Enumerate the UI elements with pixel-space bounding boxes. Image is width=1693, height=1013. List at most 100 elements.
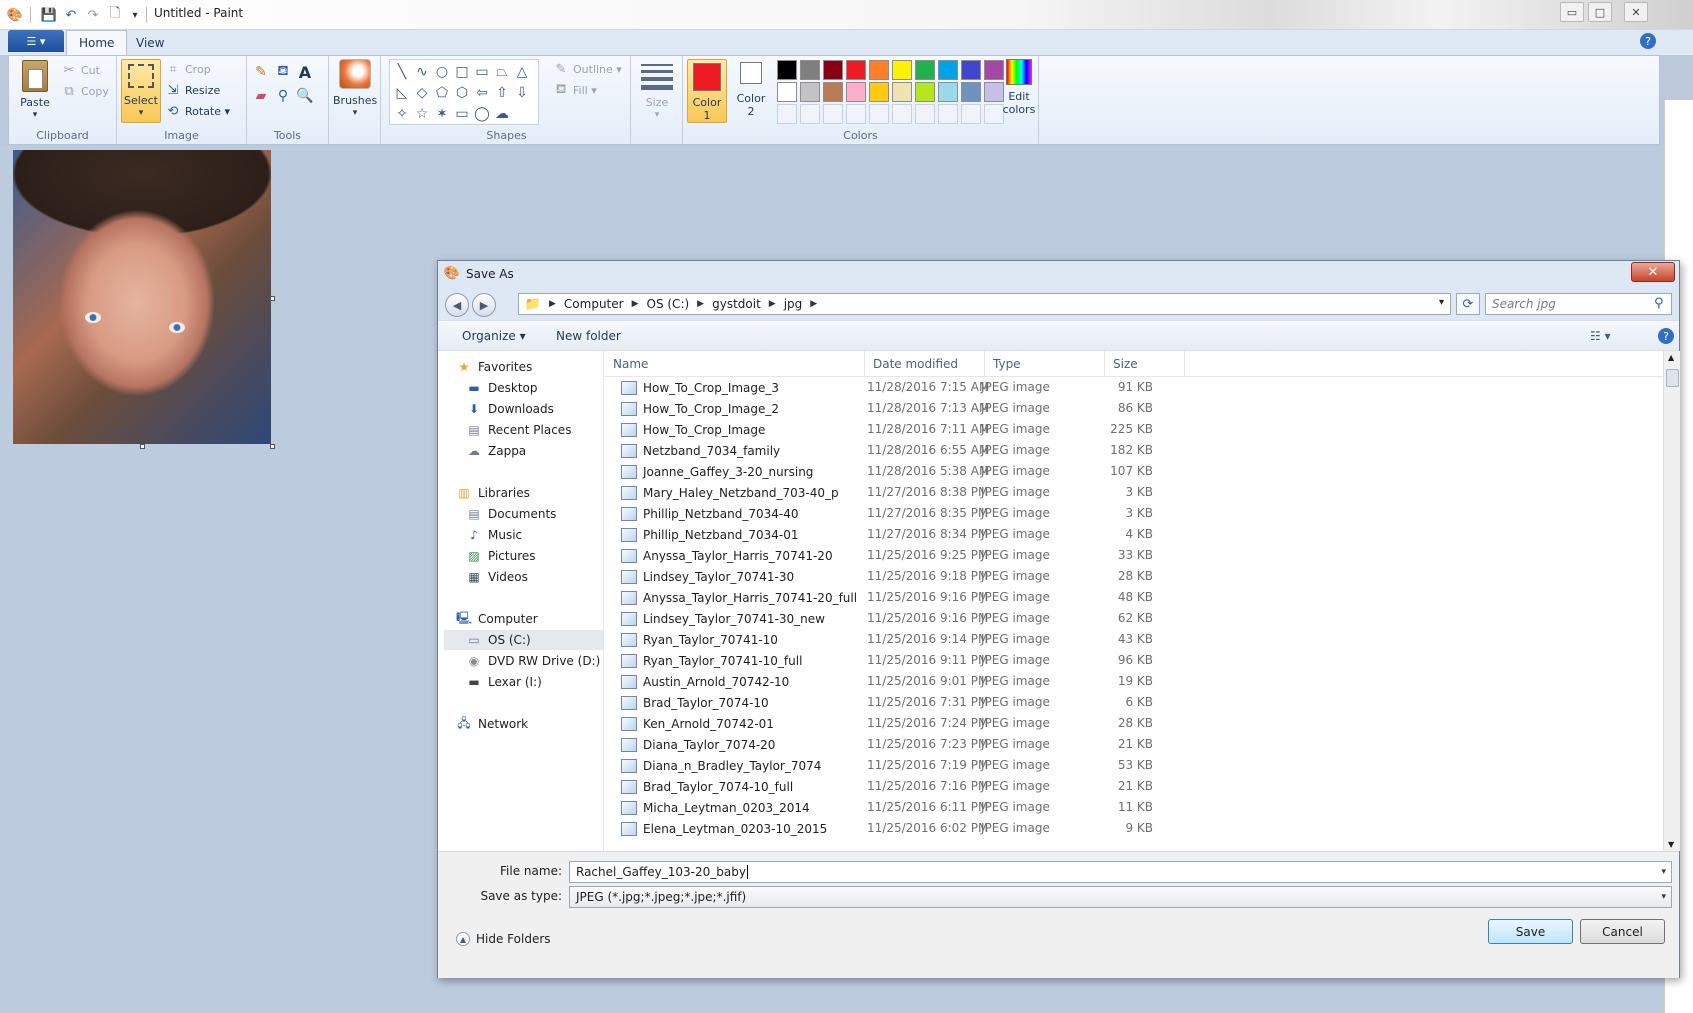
file-list-scrollbar[interactable]: ▲ ▼: [1663, 351, 1680, 851]
change-view-icon[interactable]: ☷ ▾: [1590, 329, 1611, 343]
back-button[interactable]: ◀: [445, 293, 469, 317]
save-button[interactable]: Save: [1488, 919, 1573, 944]
paste-button[interactable]: Paste ▾: [15, 60, 55, 122]
breadcrumb-gystdoit[interactable]: gystdoit: [712, 297, 761, 311]
color-swatch[interactable]: [800, 60, 820, 80]
column-name[interactable]: Name: [605, 351, 865, 377]
cut-button[interactable]: ✂ Cut: [61, 62, 100, 78]
nav-pictures[interactable]: ▨ Pictures: [466, 546, 535, 566]
shape-tool-icon[interactable]: ⇩: [512, 83, 532, 103]
save-type-dropdown-icon[interactable]: ▾: [1661, 887, 1666, 907]
cancel-button[interactable]: Cancel: [1580, 919, 1665, 944]
crumb-separator[interactable]: ▶: [697, 299, 704, 309]
resize-handle-bottom[interactable]: [140, 444, 145, 449]
color-swatch[interactable]: [938, 60, 958, 80]
nav-lexar[interactable]: ▬ Lexar (I:): [466, 672, 541, 692]
organize-button[interactable]: Organize ▾: [462, 329, 526, 343]
table-row[interactable]: Brad_Taylor_7074-10_full 11/25/2016 7:16 …: [605, 776, 1663, 797]
shape-tool-icon[interactable]: ☁: [492, 104, 512, 124]
size-button[interactable]: Size ▾: [637, 60, 677, 122]
color-swatch[interactable]: [869, 82, 889, 102]
new-document-icon[interactable]: 🗋: [106, 6, 124, 24]
customize-qat-icon[interactable]: ▾: [126, 6, 144, 24]
redo-icon[interactable]: ↷: [84, 6, 102, 24]
column-type[interactable]: Type: [985, 351, 1105, 377]
copy-button[interactable]: ⧉ Copy: [61, 83, 109, 99]
table-row[interactable]: How_To_Crop_Image_3 11/28/2016 7:15 AM JPE…: [605, 377, 1663, 398]
color-swatch[interactable]: [961, 104, 981, 124]
shape-tool-icon[interactable]: ⏢: [492, 62, 512, 82]
file-name-input[interactable]: Rachel_Gaffey_103-20_baby ▾: [569, 861, 1672, 883]
crumb-separator[interactable]: ▶: [549, 299, 556, 309]
color-swatch[interactable]: [846, 82, 866, 102]
shape-tool-icon[interactable]: ▭: [452, 104, 472, 124]
color-swatch[interactable]: [961, 60, 981, 80]
table-row[interactable]: Brad_Taylor_7074-10 11/25/2016 7:31 PM JPE…: [605, 692, 1663, 713]
resize-handle-right[interactable]: [270, 296, 275, 301]
outline-button[interactable]: ✎ Outline ▾: [553, 61, 622, 77]
color-swatch[interactable]: [869, 104, 889, 124]
resize-handle-corner[interactable]: [270, 444, 275, 449]
nav-dvd-drive[interactable]: ◉ DVD RW Drive (D:) N: [466, 651, 603, 671]
color-picker-icon[interactable]: ⚲: [273, 86, 293, 106]
address-dropdown-icon[interactable]: ▾: [1439, 297, 1444, 308]
color-swatch[interactable]: [938, 104, 958, 124]
nav-downloads[interactable]: ⬇ Downloads: [466, 399, 554, 419]
color-swatch[interactable]: [800, 104, 820, 124]
shape-tool-icon[interactable]: ∿: [412, 62, 432, 82]
color-swatch[interactable]: [915, 104, 935, 124]
undo-icon[interactable]: ↶: [62, 6, 80, 24]
column-date-modified[interactable]: Date modified: [865, 351, 985, 377]
baby-photo-canvas[interactable]: [13, 150, 271, 444]
save-type-select[interactable]: JPEG (*.jpg;*.jpeg;*.jpe;*.jfif) ▾: [569, 886, 1672, 908]
tab-view[interactable]: View: [124, 30, 176, 55]
nav-music[interactable]: ♪ Music: [466, 525, 522, 545]
save-icon[interactable]: 💾: [40, 6, 58, 24]
scroll-down-icon[interactable]: ▼: [1668, 840, 1674, 849]
fill-bucket-icon[interactable]: ⛾: [273, 62, 293, 82]
table-row[interactable]: Elena_Leytman_0203-10_2015 11/25/2016 6:0…: [605, 818, 1663, 839]
color-swatch[interactable]: [823, 60, 843, 80]
dialog-close-button[interactable]: ✕: [1631, 262, 1675, 282]
shape-tool-icon[interactable]: ◇: [412, 83, 432, 103]
table-row[interactable]: Diana_n_Bradley_Taylor_7074 11/25/2016 7:…: [605, 755, 1663, 776]
table-row[interactable]: Ryan_Taylor_70741-10_full 11/25/2016 9:11…: [605, 650, 1663, 671]
shape-tool-icon[interactable]: ☆: [412, 104, 432, 124]
table-row[interactable]: How_To_Crop_Image_2 11/28/2016 7:13 AM JPE…: [605, 398, 1663, 419]
color-swatch[interactable]: [915, 60, 935, 80]
table-row[interactable]: How_To_Crop_Image 11/28/2016 7:11 AM JPEG …: [605, 419, 1663, 440]
eraser-icon[interactable]: ▰: [251, 86, 271, 106]
color-swatch[interactable]: [892, 60, 912, 80]
scroll-up-icon[interactable]: ▲: [1668, 353, 1674, 362]
forward-button[interactable]: ▶: [472, 293, 496, 317]
color-swatch[interactable]: [869, 60, 889, 80]
table-row[interactable]: Anyssa_Taylor_Harris_70741-20 11/25/2016 …: [605, 545, 1663, 566]
table-row[interactable]: Phillip_Netzband_7034-01 11/27/2016 8:34 …: [605, 524, 1663, 545]
table-row[interactable]: Austin_Arnold_70742-10 11/25/2016 9:01 PM…: [605, 671, 1663, 692]
shape-tool-icon[interactable]: ⬠: [432, 83, 452, 103]
text-tool-icon[interactable]: A: [295, 62, 315, 82]
shape-tool-icon[interactable]: ○: [432, 62, 452, 82]
breadcrumb-os-c[interactable]: OS (C:): [647, 297, 690, 311]
breadcrumb-computer[interactable]: Computer: [564, 297, 624, 311]
rotate-button[interactable]: ⟲ Rotate ▾: [165, 103, 230, 119]
edit-colors-button[interactable]: Edit colors: [999, 59, 1039, 116]
search-input[interactable]: Search jpg: [1485, 293, 1672, 315]
help-icon[interactable]: ?: [1640, 33, 1656, 49]
hide-folders-button[interactable]: ▲ Hide Folders: [456, 932, 551, 946]
table-row[interactable]: Lindsey_Taylor_70741-30 11/25/2016 9:18 P…: [605, 566, 1663, 587]
nav-favorites[interactable]: ★ Favorites: [456, 357, 533, 377]
maximize-button[interactable]: □: [1588, 2, 1612, 22]
paint-app-icon[interactable]: 🎨: [6, 6, 24, 24]
shape-tool-icon[interactable]: ◺: [392, 83, 412, 103]
color-swatch[interactable]: [892, 104, 912, 124]
pencil-icon[interactable]: ✎: [251, 62, 271, 82]
color-swatch[interactable]: [846, 104, 866, 124]
table-row[interactable]: Joanne_Gaffey_3-20_nursing 11/28/2016 5:3…: [605, 461, 1663, 482]
nav-zappa[interactable]: ☁ Zappa: [466, 441, 526, 461]
tab-home[interactable]: Home: [66, 30, 128, 55]
nav-videos[interactable]: ▦ Videos: [466, 567, 528, 587]
file-name-dropdown-icon[interactable]: ▾: [1661, 862, 1666, 882]
shape-tool-icon[interactable]: ✶: [432, 104, 452, 124]
color-swatch[interactable]: [823, 104, 843, 124]
